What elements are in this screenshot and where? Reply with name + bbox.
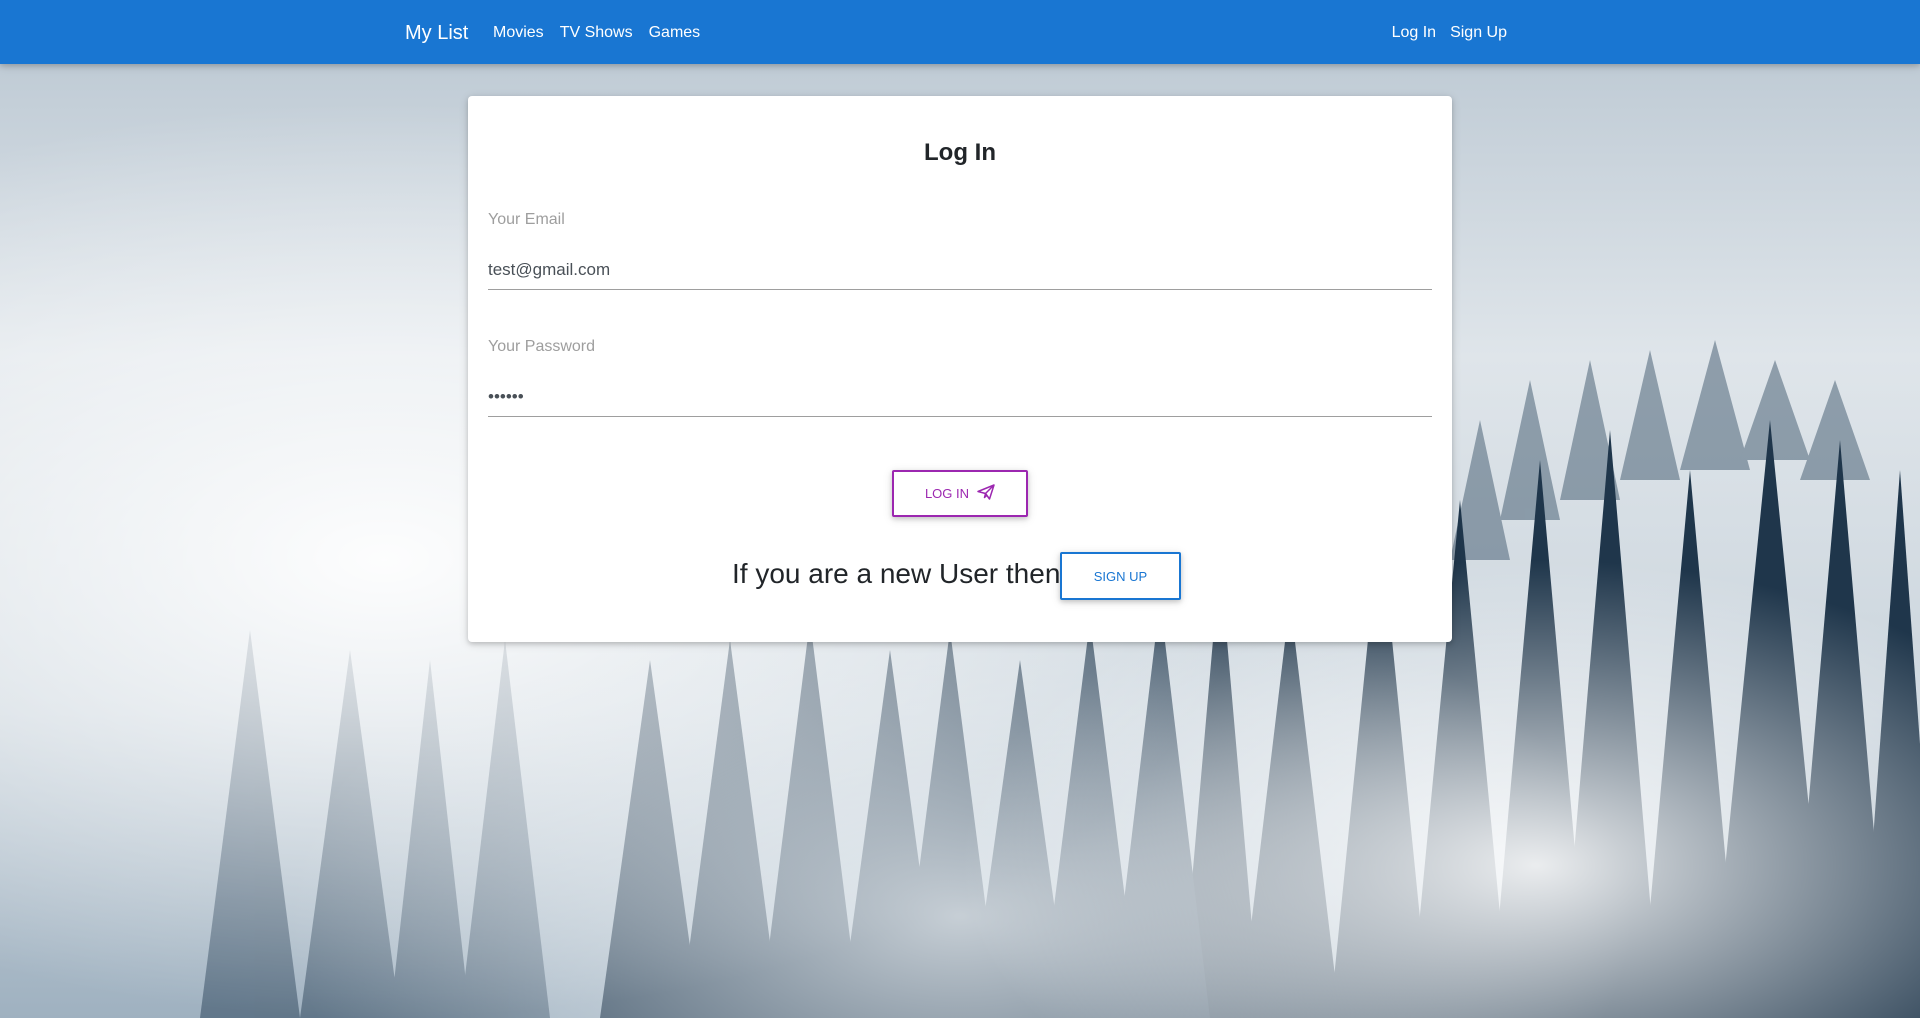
email-field-group: Your Email xyxy=(488,210,1432,290)
password-field-group: Your Password xyxy=(488,337,1432,417)
password-input[interactable] xyxy=(488,383,1432,417)
paper-plane-icon xyxy=(977,484,995,503)
email-label: Your Email xyxy=(488,211,565,228)
signup-button[interactable]: SIGN UP xyxy=(1060,552,1181,600)
nav-link-signup[interactable]: Sign Up xyxy=(1450,22,1507,44)
login-title: Log In xyxy=(924,139,996,166)
nav-link-games[interactable]: Games xyxy=(649,22,701,44)
nav-auth-links: Log In Sign Up xyxy=(1378,22,1507,44)
nav-links: Movies TV Shows Games xyxy=(493,22,716,44)
signup-button-label: SIGN UP xyxy=(1093,568,1148,584)
new-user-text: If you are a new User then xyxy=(732,558,1061,589)
top-navbar: My List Movies TV Shows Games Log In Sig… xyxy=(0,0,1920,64)
password-label: Your Password xyxy=(488,338,596,355)
nav-link-login[interactable]: Log In xyxy=(1392,22,1436,44)
email-input[interactable] xyxy=(488,256,1432,290)
login-button-label: LOG IN xyxy=(924,486,970,501)
brand-link[interactable]: My List xyxy=(405,20,468,46)
nav-link-movies[interactable]: Movies xyxy=(493,22,544,44)
login-button[interactable]: LOG IN xyxy=(892,470,1028,517)
nav-link-tv-shows[interactable]: TV Shows xyxy=(560,22,633,44)
login-card: Log In Your Email Your Password LOG IN I… xyxy=(468,96,1452,642)
